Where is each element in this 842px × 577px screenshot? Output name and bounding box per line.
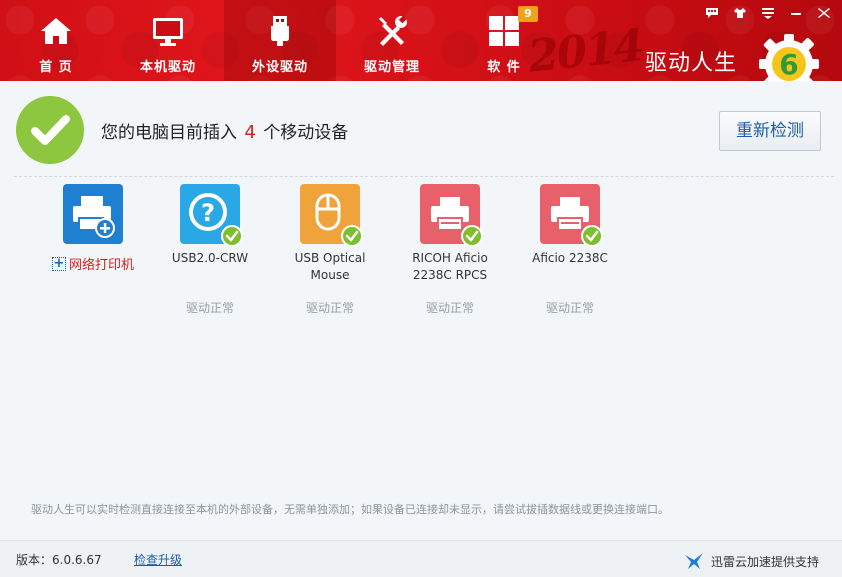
tools-icon	[379, 15, 407, 46]
recheck-button[interactable]: 重新检测	[719, 111, 821, 151]
year-watermark: 2014	[525, 20, 645, 81]
nav-item-peripheral-drivers[interactable]: 外设驱动	[224, 0, 336, 81]
device-name: RICOH Aficio 2238C RPCS	[412, 251, 488, 282]
device-usb-mouse[interactable]: USB Optical Mouse 驱动正常	[270, 184, 390, 315]
nav-label-peripheral-drivers: 外设驱动	[251, 60, 308, 75]
thunder-bird-icon	[684, 553, 703, 569]
help-tip: 驱动人生可以实时检测直接连接至本机的外部设备，无需单独添加；如果设备已连接却未显…	[31, 503, 669, 516]
software-update-badge: 9	[518, 6, 538, 22]
device-tile	[300, 184, 363, 247]
driver-status: 驱动正常	[545, 301, 594, 315]
nav-item-local-drivers[interactable]: 本机驱动	[112, 0, 224, 81]
device-usb-card-reader[interactable]: ? USB2.0-CRW 驱动正常	[150, 184, 270, 315]
status-text-before: 您的电脑目前插入	[101, 123, 237, 143]
title-bar: 首 页 本机驱动 外设驱动 驱动管理 软 件 9 2014 驱动人生 6	[0, 0, 842, 81]
menu-icon[interactable]	[758, 4, 778, 22]
minimize-icon[interactable]	[786, 4, 806, 22]
powered-by-label: 迅雷云加速提供支持	[710, 554, 819, 569]
device-network-printer[interactable]: + 网络打印机	[33, 184, 153, 273]
nav-item-driver-management[interactable]: 驱动管理	[336, 0, 448, 81]
device-aficio-printer[interactable]: Aficio 2238C 驱动正常	[510, 184, 630, 315]
device-count-message: 您的电脑目前插入 4 个移动设备	[101, 118, 348, 143]
skin-icon[interactable]	[730, 4, 750, 22]
nav-item-home[interactable]: 首 页	[0, 0, 112, 81]
device-name: USB Optical Mouse	[294, 251, 366, 282]
app-logo-icon: 6	[759, 34, 819, 81]
status-bar: 版本：6.0.6.67 检查升级 迅雷云加速提供支持	[0, 540, 842, 577]
version-label: 版本：6.0.6.67	[16, 553, 102, 567]
device-tile	[420, 184, 483, 247]
add-network-printer-label: 网络打印机	[68, 258, 134, 273]
message-icon[interactable]	[702, 4, 722, 22]
driver-status: 驱动正常	[425, 301, 474, 315]
printer-icon	[73, 196, 115, 238]
device-count: 4	[244, 122, 256, 143]
check-upgrade-link[interactable]: 检查升级	[134, 551, 182, 568]
svg-text:?: ?	[201, 199, 215, 227]
monitor-icon	[153, 18, 183, 46]
svg-text:6: 6	[779, 48, 798, 81]
status-text-after: 个移动设备	[263, 123, 349, 143]
plus-icon: +	[51, 255, 66, 271]
nav-label-local-drivers: 本机驱动	[139, 60, 196, 75]
driver-ok-icon	[461, 225, 483, 247]
apps-grid-icon	[489, 16, 519, 46]
section-divider	[14, 176, 834, 177]
device-tile: ?	[180, 184, 243, 247]
add-network-printer-link[interactable]: + 网络打印机	[33, 254, 153, 273]
device-list: + 网络打印机 ? USB2.0-CRW 驱动正常 USB Optical Mo…	[0, 184, 842, 324]
status-ok-icon	[16, 96, 84, 164]
device-name: Aficio 2238C	[532, 251, 608, 265]
home-icon	[41, 18, 71, 44]
window-controls	[702, 4, 834, 22]
driver-ok-icon	[581, 225, 603, 247]
driver-ok-icon	[221, 225, 243, 247]
usb-icon	[271, 16, 289, 46]
powered-by: 迅雷云加速提供支持	[683, 551, 819, 571]
close-icon[interactable]	[814, 4, 834, 22]
device-name: USB2.0-CRW	[171, 251, 249, 265]
network-printer-tile	[63, 184, 123, 244]
device-ricoh-rpcs-printer[interactable]: RICOH Aficio 2238C RPCS 驱动正常	[390, 184, 510, 315]
driver-ok-icon	[341, 225, 363, 247]
driver-status: 驱动正常	[185, 301, 234, 315]
nav-label-home: 首 页	[39, 60, 73, 75]
nav-label-driver-management: 驱动管理	[363, 60, 420, 75]
driver-status: 驱动正常	[305, 301, 354, 315]
device-tile	[540, 184, 603, 247]
brand-name: 驱动人生	[645, 51, 738, 76]
main-nav: 首 页 本机驱动 外设驱动 驱动管理 软 件	[0, 0, 560, 81]
